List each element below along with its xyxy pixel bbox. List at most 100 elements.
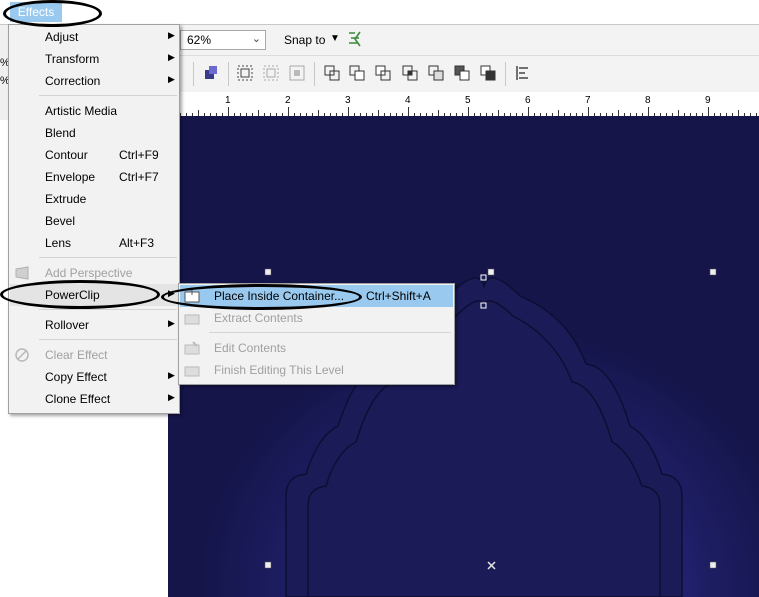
submenu-arrow-icon: ▶ xyxy=(168,318,175,328)
simplify-icon[interactable] xyxy=(427,64,445,82)
chevron-down-icon[interactable]: ⌄ xyxy=(252,32,261,45)
ruler-tick xyxy=(288,107,289,116)
ruler-number: 3 xyxy=(345,95,351,106)
toolbar-separator xyxy=(314,62,315,86)
ruler-tick xyxy=(588,107,589,116)
menu-item-label: Clone Effect xyxy=(45,392,111,406)
menu-item-label: Copy Effect xyxy=(45,370,107,384)
menu-separator xyxy=(209,332,451,333)
snap-to-dropdown-icon[interactable]: ▼ xyxy=(330,33,340,44)
ruler-tick xyxy=(528,107,529,116)
ungroup-all-icon[interactable] xyxy=(288,64,306,82)
snap-to-button[interactable]: Snap to xyxy=(284,33,325,47)
menu-item-contour[interactable]: Contour Ctrl+F9 xyxy=(10,144,178,166)
menu-item-label: Clear Effect xyxy=(45,348,108,362)
ruler-number: 7 xyxy=(585,95,591,106)
menu-item-extrude[interactable]: Extrude xyxy=(10,188,178,210)
group-icon[interactable] xyxy=(236,64,254,82)
ruler-tick xyxy=(408,107,409,116)
annotation-ellipse-place-inside xyxy=(161,284,362,310)
submenu-arrow-icon: ▶ xyxy=(168,74,175,84)
weld-icon[interactable] xyxy=(348,64,366,82)
menu-item-label: Extract Contents xyxy=(214,311,303,325)
menu-item-label: Envelope xyxy=(45,170,96,184)
ruler-tick xyxy=(648,107,649,116)
menu-item-extract-contents[interactable]: Extract Contents xyxy=(180,307,453,329)
submenu-arrow-icon: ▶ xyxy=(168,392,175,402)
menu-item-adjust[interactable]: Adjust ▶ xyxy=(10,26,178,48)
menu-item-label: Artistic Media xyxy=(45,104,118,118)
ruler-tick xyxy=(348,107,349,116)
submenu-arrow-icon: ▶ xyxy=(168,30,175,40)
ruler-number: 1 xyxy=(225,95,231,106)
menu-item-label: Rollover xyxy=(45,318,90,332)
menu-item-bevel[interactable]: Bevel xyxy=(10,210,178,232)
ruler-number: 8 xyxy=(645,95,651,106)
edit-contents-icon xyxy=(184,341,200,355)
menu-item-label: Transform xyxy=(45,52,100,66)
front-minus-back-icon[interactable] xyxy=(453,64,471,82)
horizontal-ruler[interactable]: 1 2 3 4 5 6 7 8 9 xyxy=(178,92,759,117)
intersect-icon[interactable] xyxy=(401,64,419,82)
menu-item-envelope[interactable]: Envelope Ctrl+F7 xyxy=(10,166,178,188)
menu-item-label: Adjust xyxy=(45,30,79,44)
menu-separator xyxy=(39,95,177,96)
menu-item-label: Contour xyxy=(45,148,88,162)
ruler-number: 5 xyxy=(465,95,471,106)
ungroup-icon[interactable] xyxy=(262,64,280,82)
ruler-tick xyxy=(228,107,229,116)
annotation-ellipse-effects xyxy=(3,0,102,27)
alignment-guides-icon[interactable] xyxy=(346,30,364,48)
ruler-number: 9 xyxy=(705,95,711,106)
effects-dropdown-menu: Adjust ▶ Transform ▶ Correction ▶ Artist… xyxy=(8,24,180,414)
menu-item-label: Bevel xyxy=(45,214,76,228)
menu-item-label: Blend xyxy=(45,126,76,140)
menu-item-shortcut: Ctrl+F9 xyxy=(119,148,159,162)
toolbar-separator xyxy=(228,62,229,86)
menu-item-clear-effect[interactable]: Clear Effect xyxy=(10,344,178,366)
ruler-number: 6 xyxy=(525,95,531,106)
perspective-icon xyxy=(15,266,29,280)
menu-item-label: Add Perspective xyxy=(45,266,133,280)
ruler-tick xyxy=(468,107,469,116)
menu-item-copy-effect[interactable]: Copy Effect ▶ xyxy=(10,366,178,388)
menu-separator xyxy=(39,309,177,310)
menu-bar xyxy=(0,0,759,25)
ruler-tick xyxy=(708,107,709,116)
extract-contents-icon xyxy=(184,314,200,325)
menu-item-label: Finish Editing This Level xyxy=(214,363,344,377)
submenu-arrow-icon: ▶ xyxy=(168,52,175,62)
to-front-icon[interactable] xyxy=(202,64,220,82)
menu-item-shortcut: Alt+F3 xyxy=(119,236,155,250)
back-minus-front-icon[interactable] xyxy=(479,64,497,82)
zoom-level-value: 62% xyxy=(187,33,212,47)
combine-icon[interactable] xyxy=(323,64,341,82)
align-distribute-icon[interactable] xyxy=(513,64,531,82)
menu-item-clone-effect[interactable]: Clone Effect ▶ xyxy=(10,388,178,410)
menu-item-transform[interactable]: Transform ▶ xyxy=(10,48,178,70)
clear-effect-icon xyxy=(15,348,29,362)
menu-item-finish-editing[interactable]: Finish Editing This Level xyxy=(180,359,453,381)
menu-item-label: Lens xyxy=(45,236,72,250)
ruler-number: 4 xyxy=(405,95,411,106)
menu-item-shortcut: Ctrl+Shift+A xyxy=(366,289,431,303)
submenu-arrow-icon: ▶ xyxy=(168,370,175,380)
menu-item-artistic-media[interactable]: Artistic Media xyxy=(10,100,178,122)
menu-item-edit-contents[interactable]: Edit Contents xyxy=(180,337,453,359)
toolbar-separator xyxy=(193,62,194,86)
menu-item-correction[interactable]: Correction ▶ xyxy=(10,70,178,92)
trim-icon[interactable] xyxy=(374,64,392,82)
menu-item-rollover[interactable]: Rollover ▶ xyxy=(10,314,178,336)
menu-item-shortcut: Ctrl+F7 xyxy=(119,170,159,184)
menu-item-label: Extrude xyxy=(45,192,87,206)
annotation-ellipse-powerclip xyxy=(0,280,160,309)
zoom-level-combo[interactable]: 62% ⌄ xyxy=(180,30,266,50)
menu-item-label: Edit Contents xyxy=(214,341,287,355)
menu-separator xyxy=(39,257,177,258)
ruler-number: 2 xyxy=(285,95,291,106)
menu-item-blend[interactable]: Blend xyxy=(10,122,178,144)
menu-item-label: Correction xyxy=(45,74,101,88)
menu-separator xyxy=(39,339,177,340)
toolbox-strip xyxy=(0,25,8,120)
menu-item-lens[interactable]: Lens Alt+F3 xyxy=(10,232,178,254)
